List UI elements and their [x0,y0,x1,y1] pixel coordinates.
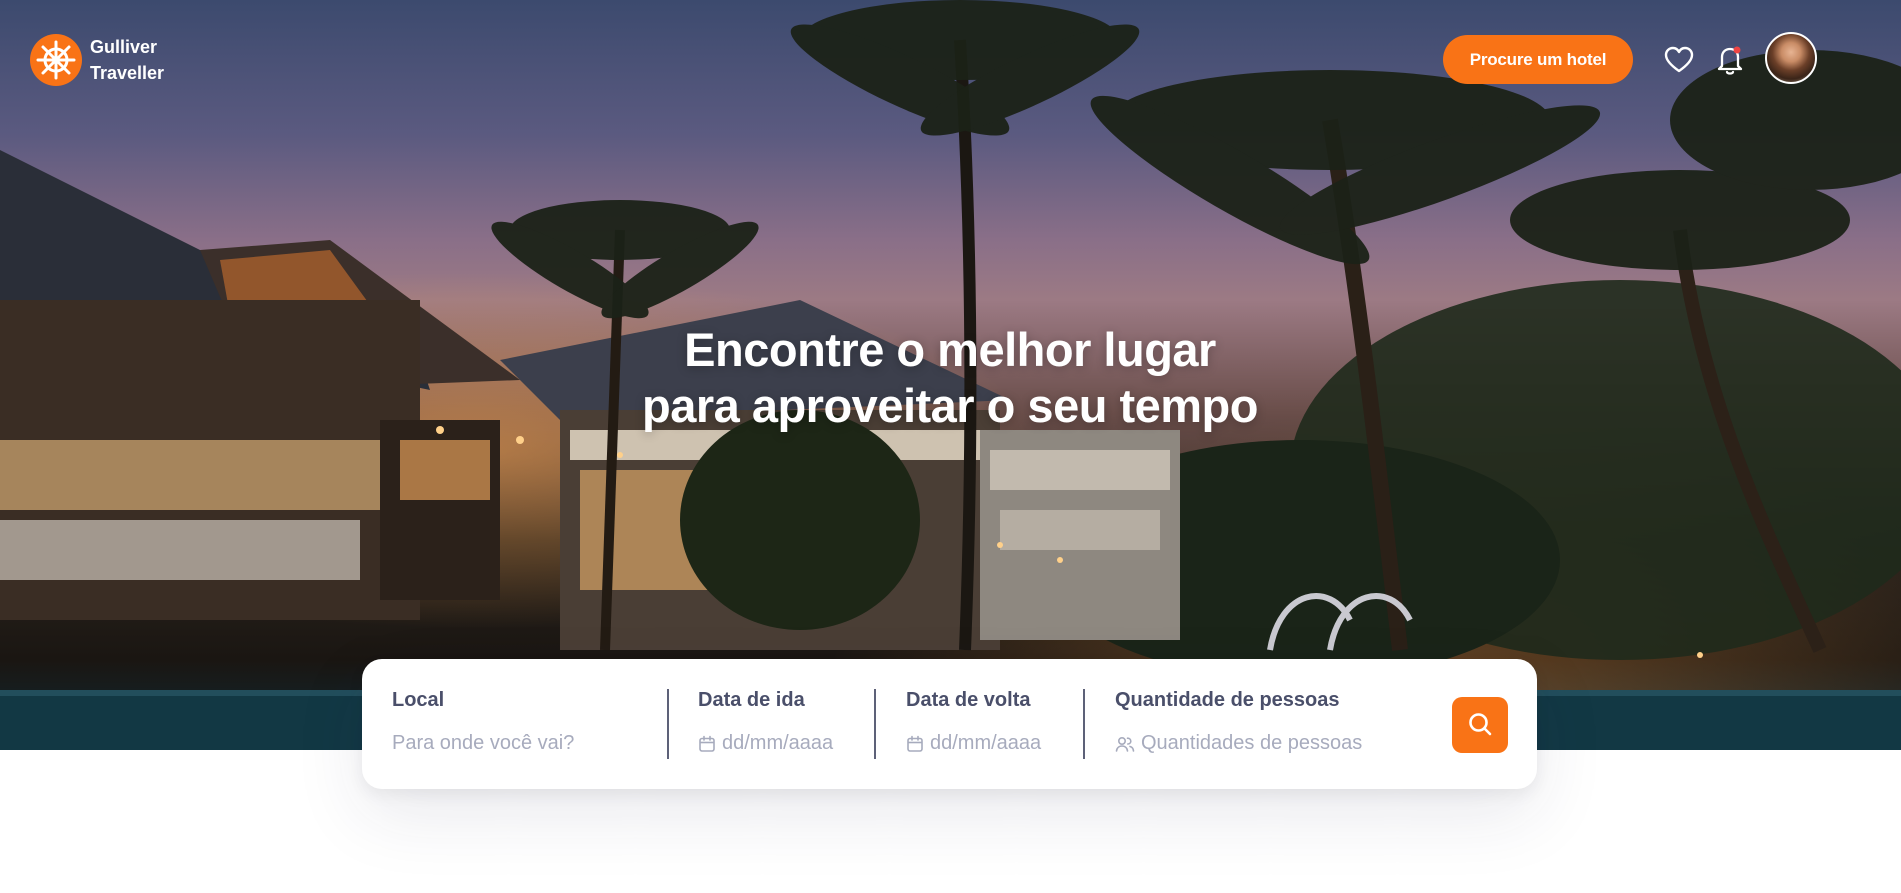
brand-name-line1: Gulliver [90,37,158,57]
guests-input[interactable]: Quantidades de pessoas [1115,732,1435,755]
guests-placeholder: Quantidades de pessoas [1141,732,1363,754]
departure-label: Data de ida [698,689,805,711]
hero-headline: Encontre o melhor lugar para aproveitar … [550,322,1350,434]
local-input[interactable]: Para onde você vai? [392,732,652,755]
return-date-field[interactable]: Data de volta dd/mm/aaaa [906,689,1066,755]
calendar-icon [906,735,924,753]
ship-wheel-icon [30,34,82,86]
brand-logo[interactable]: Gulliver Traveller [30,34,164,86]
departure-date-field[interactable]: Data de ida dd/mm/aaaa [698,689,858,755]
search-icon [1466,710,1494,741]
local-label: Local [392,689,445,711]
departure-input[interactable]: dd/mm/aaaa [698,732,858,755]
search-card: Local Para onde você vai? Data de ida dd… [362,659,1537,789]
field-divider [667,689,669,759]
field-divider [874,689,876,759]
return-input[interactable]: dd/mm/aaaa [906,732,1066,755]
calendar-icon [698,735,716,753]
guests-field[interactable]: Quantidade de pessoas Quantidades de pes… [1115,689,1435,755]
users-icon [1115,735,1135,753]
search-button[interactable] [1452,697,1508,753]
brand-name-line2: Traveller [90,63,165,83]
heart-icon[interactable] [1663,44,1695,76]
notification-dot [1733,46,1741,54]
field-divider [1083,689,1085,759]
local-placeholder: Para onde você vai? [392,732,575,754]
find-hotel-button[interactable]: Procure um hotel [1443,35,1633,84]
user-avatar[interactable] [1765,32,1817,84]
brand-name: Gulliver Traveller [90,34,164,86]
bell-icon[interactable] [1714,44,1746,76]
departure-placeholder: dd/mm/aaaa [722,732,834,754]
return-label: Data de volta [906,689,1031,711]
hero-headline-line1: Encontre o melhor lugar [684,323,1216,376]
return-placeholder: dd/mm/aaaa [930,732,1042,754]
local-field[interactable]: Local Para onde você vai? [392,689,652,755]
hero-headline-line2: para aproveitar o seu tempo [642,379,1258,432]
guests-label: Quantidade de pessoas [1115,689,1340,711]
